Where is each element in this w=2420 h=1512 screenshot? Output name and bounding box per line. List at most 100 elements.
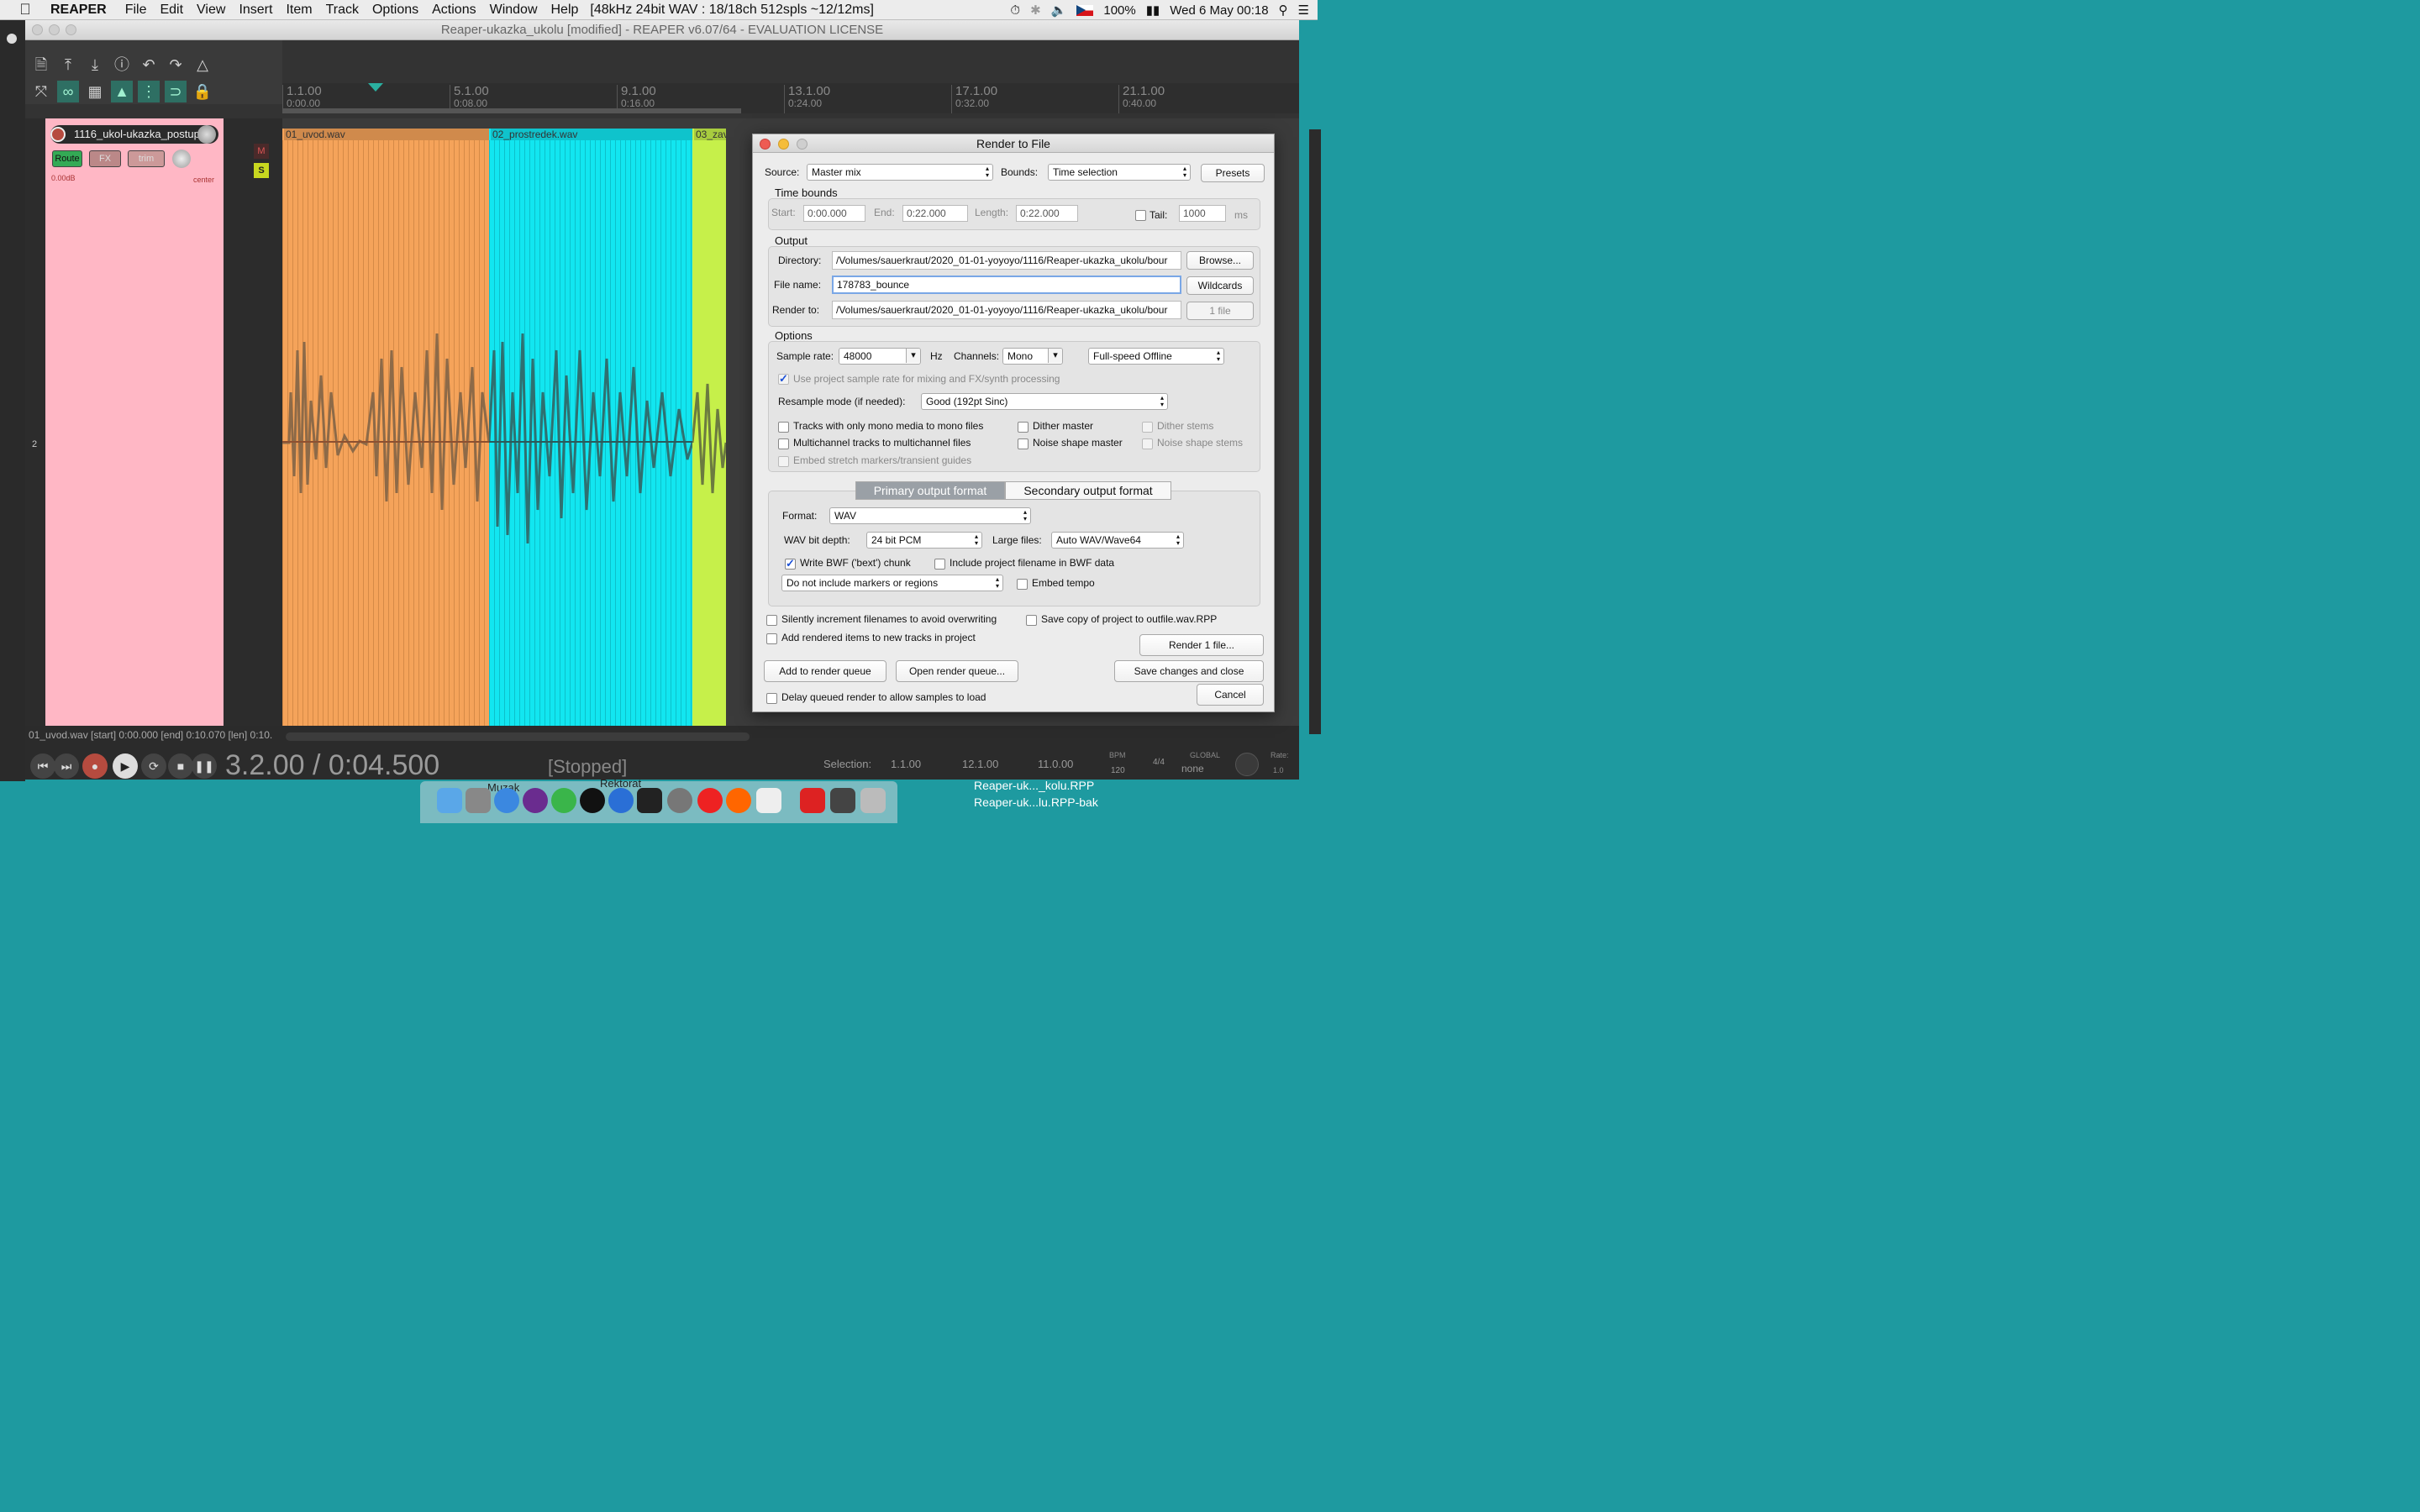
volume-icon[interactable]: 🔈 (1051, 3, 1067, 18)
snap-grid-icon[interactable]: ⋮ (138, 81, 160, 102)
large-files-select[interactable]: Auto WAV/Wave64 (1051, 532, 1184, 549)
app-icon[interactable] (523, 788, 548, 813)
desktop-file[interactable]: Reaper-uk...lu.RPP-bak (954, 794, 1098, 811)
dialog-minimize-button[interactable] (778, 139, 789, 150)
pan-knob[interactable] (172, 150, 191, 168)
global-value[interactable]: none (1181, 763, 1204, 774)
app-icon[interactable] (830, 788, 855, 813)
save-project-icon[interactable]: ⤓ (84, 54, 106, 76)
app-icon[interactable] (608, 788, 634, 813)
loop-button[interactable]: ⟳ (141, 753, 166, 779)
rate-value[interactable]: 1.0 (1273, 766, 1284, 774)
directory-input[interactable]: /Volumes/sauerkraut/2020_01-01-yoyoyo/11… (832, 251, 1181, 270)
channels-select[interactable]: Mono (1002, 348, 1063, 365)
add-tracks-checkbox[interactable] (766, 633, 777, 644)
metronome-icon[interactable]: △ (192, 54, 213, 76)
firefox-icon[interactable] (726, 788, 751, 813)
multichannel-checkbox[interactable] (778, 438, 789, 449)
browse-button[interactable]: Browse... (1186, 251, 1254, 270)
selection-start[interactable]: 1.1.00 (891, 758, 921, 770)
new-project-icon[interactable]: 🗎 (30, 54, 52, 76)
redo-icon[interactable]: ↷ (165, 54, 187, 76)
audio-status[interactable]: [48kHz 24bit WAV : 18/18ch 512spls ~12/1… (590, 3, 874, 18)
close-button[interactable] (32, 24, 43, 35)
trim-button[interactable]: trim (128, 150, 165, 167)
render-speed-select[interactable]: Full-speed Offline (1088, 348, 1224, 365)
piano-icon[interactable] (637, 788, 662, 813)
info-icon[interactable]: ⓘ (111, 54, 133, 76)
route-button[interactable]: Route (52, 150, 82, 167)
grid-icon[interactable]: ▦ (84, 81, 106, 102)
selection-length[interactable]: 11.0.00 (1038, 758, 1073, 770)
opera-icon[interactable] (697, 788, 723, 813)
launchpad-icon[interactable] (466, 788, 491, 813)
track-panel[interactable] (45, 118, 224, 748)
save-close-button[interactable]: Save changes and close (1114, 660, 1264, 682)
desktop-file[interactable]: Reaper-uk..._kolu.RPP (954, 777, 1098, 794)
time-machine-icon[interactable]: ⏱ (1010, 3, 1020, 18)
bounds-select[interactable]: Time selection (1048, 164, 1191, 181)
chrome-icon[interactable] (551, 788, 576, 813)
embed-tempo-checkbox[interactable] (1017, 579, 1028, 590)
menu-insert[interactable]: Insert (232, 3, 279, 18)
play-button[interactable]: ▶ (113, 753, 138, 779)
wildcards-button[interactable]: Wildcards (1186, 276, 1254, 295)
go-to-start-button[interactable]: ⏮ (30, 753, 55, 779)
volume-knob[interactable] (197, 125, 216, 144)
resample-select[interactable]: Good (192pt Sinc) (921, 393, 1168, 410)
bluetooth-icon[interactable]: ✱ (1030, 3, 1041, 18)
menu-actions[interactable]: Actions (425, 3, 482, 18)
include-project-checkbox[interactable] (934, 559, 945, 570)
render-button[interactable]: Render 1 file... (1139, 634, 1264, 656)
bpm-value[interactable]: 120 (1111, 766, 1125, 775)
vertical-scrollbar[interactable] (1309, 129, 1321, 734)
media-item-2[interactable]: 02_prostredek.wav (489, 129, 692, 747)
safari-icon[interactable] (494, 788, 519, 813)
spotlight-icon[interactable]: ⚲ (1279, 3, 1288, 18)
zoom-button[interactable] (66, 24, 76, 35)
markers-select[interactable]: Do not include markers or regions (781, 575, 1003, 591)
noise-shape-stems-checkbox[interactable] (1142, 438, 1153, 449)
go-to-end-button[interactable]: ⏭ (54, 753, 79, 779)
input-source-icon[interactable] (1076, 4, 1094, 16)
fx-button[interactable]: FX (89, 150, 121, 167)
bit-depth-select[interactable]: 24 bit PCM (866, 532, 982, 549)
app-menu[interactable]: REAPER (50, 3, 118, 18)
solo-button[interactable]: S (254, 163, 269, 178)
textedit-icon[interactable] (756, 788, 781, 813)
start-input[interactable]: 0:00.000 (803, 205, 865, 222)
track-name[interactable]: 1116_ukol-ukazka_postup (50, 125, 218, 144)
menu-window[interactable]: Window (483, 3, 544, 18)
use-project-sr-checkbox[interactable] (778, 372, 789, 386)
mono-files-checkbox[interactable] (778, 422, 789, 433)
lock-icon[interactable]: 🔒 (192, 81, 213, 102)
menu-options[interactable]: Options (366, 3, 425, 18)
dither-master-checkbox[interactable] (1018, 422, 1028, 433)
trash-icon[interactable] (860, 788, 886, 813)
menu-help[interactable]: Help (544, 3, 586, 18)
selection-end[interactable]: 12.1.00 (962, 758, 998, 770)
mute-button[interactable]: M (254, 144, 269, 159)
dialog-close-button[interactable] (760, 139, 771, 150)
sample-rate-select[interactable]: 48000 (839, 348, 921, 365)
source-select[interactable]: Master mix (807, 164, 993, 181)
clock[interactable]: Wed 6 May 00:18 (1170, 3, 1268, 18)
ripple-edit-icon[interactable]: ⤧ (30, 81, 52, 102)
length-input[interactable]: 0:22.000 (1016, 205, 1078, 222)
open-project-icon[interactable]: ⤒ (57, 54, 79, 76)
record-arm-button[interactable] (50, 127, 66, 142)
battery-percent[interactable]: 100% (1103, 3, 1135, 18)
menu-edit[interactable]: Edit (153, 3, 190, 18)
filename-input[interactable]: 178783_bounce (832, 276, 1181, 294)
notification-center-icon[interactable]: ☰ (1298, 3, 1309, 18)
arrange-view[interactable]: 01_uvod.wav 02_prostredek.wav 03_zav (282, 118, 753, 750)
envelope-link-icon[interactable]: ▲ (111, 81, 133, 102)
stop-button[interactable]: ■ (168, 753, 193, 779)
acrobat-icon[interactable] (800, 788, 825, 813)
tail-input[interactable]: 1000 (1179, 205, 1226, 222)
end-input[interactable]: 0:22.000 (902, 205, 968, 222)
apple-icon[interactable]:  (0, 1, 50, 18)
dialog-zoom-button[interactable] (797, 139, 808, 150)
pause-button[interactable]: ❚❚ (192, 753, 217, 779)
record-button[interactable]: ● (82, 753, 108, 779)
